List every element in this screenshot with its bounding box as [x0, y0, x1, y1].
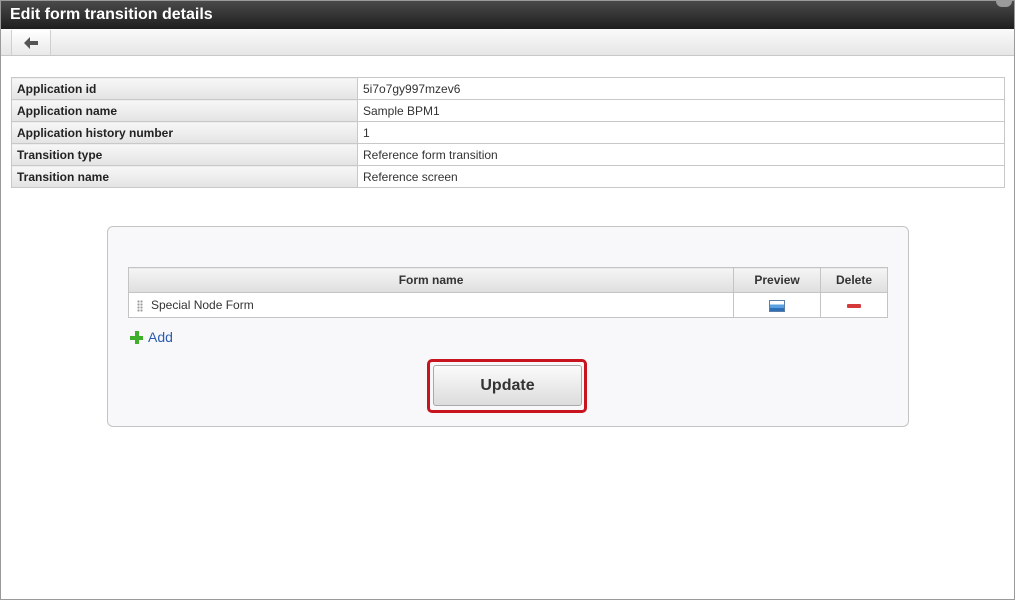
page-title: Edit form transition details	[10, 6, 213, 23]
arrow-left-icon	[24, 36, 38, 49]
form-name: Special Node Form	[151, 298, 254, 312]
detail-row-application-id: Application id 5i7o7gy997mzev6	[11, 77, 1005, 100]
add-form-link[interactable]: Add	[130, 329, 173, 345]
form-list-panel: Form name Preview Delete Special Node Fo…	[107, 226, 909, 427]
detail-value: 5i7o7gy997mzev6	[357, 77, 1005, 100]
back-button[interactable]	[11, 30, 51, 55]
detail-row-transition-type: Transition type Reference form transitio…	[11, 143, 1005, 166]
toolbar	[1, 29, 1014, 56]
detail-label: Transition type	[11, 143, 358, 166]
detail-row-application-history-number: Application history number 1	[11, 121, 1005, 144]
detail-value: Reference form transition	[357, 143, 1005, 166]
column-header-form-name: Form name	[127, 267, 735, 293]
application-details-table: Application id 5i7o7gy997mzev6 Applicati…	[11, 77, 1005, 188]
detail-label: Application name	[11, 99, 358, 122]
minus-icon[interactable]	[847, 303, 862, 308]
table-row[interactable]: Special Node Form	[127, 292, 888, 318]
update-button[interactable]: Update	[433, 365, 582, 406]
detail-row-application-name: Application name Sample BPM1	[11, 99, 1005, 122]
column-header-preview: Preview	[733, 267, 822, 293]
title-bar: Edit form transition details	[1, 1, 1014, 29]
window-frame: Edit form transition details Application…	[0, 0, 1015, 600]
detail-row-transition-name: Transition name Reference screen	[11, 165, 1005, 188]
detail-value: Reference screen	[357, 165, 1005, 188]
detail-value: Sample BPM1	[357, 99, 1005, 122]
window-corner-decoration	[996, 1, 1012, 7]
add-link-label: Add	[148, 329, 173, 345]
column-header-delete: Delete	[820, 267, 888, 293]
delete-cell	[820, 292, 888, 318]
detail-label: Application id	[11, 77, 358, 100]
image-preview-icon[interactable]	[769, 299, 786, 312]
drag-handle-icon[interactable]	[137, 299, 143, 312]
detail-value: 1	[357, 121, 1005, 144]
forms-table: Form name Preview Delete Special Node Fo…	[127, 267, 888, 318]
forms-table-header: Form name Preview Delete	[127, 267, 888, 293]
detail-label: Application history number	[11, 121, 358, 144]
plus-icon	[130, 330, 143, 344]
form-name-cell: Special Node Form	[127, 292, 735, 318]
preview-cell	[733, 292, 822, 318]
detail-label: Transition name	[11, 165, 358, 188]
